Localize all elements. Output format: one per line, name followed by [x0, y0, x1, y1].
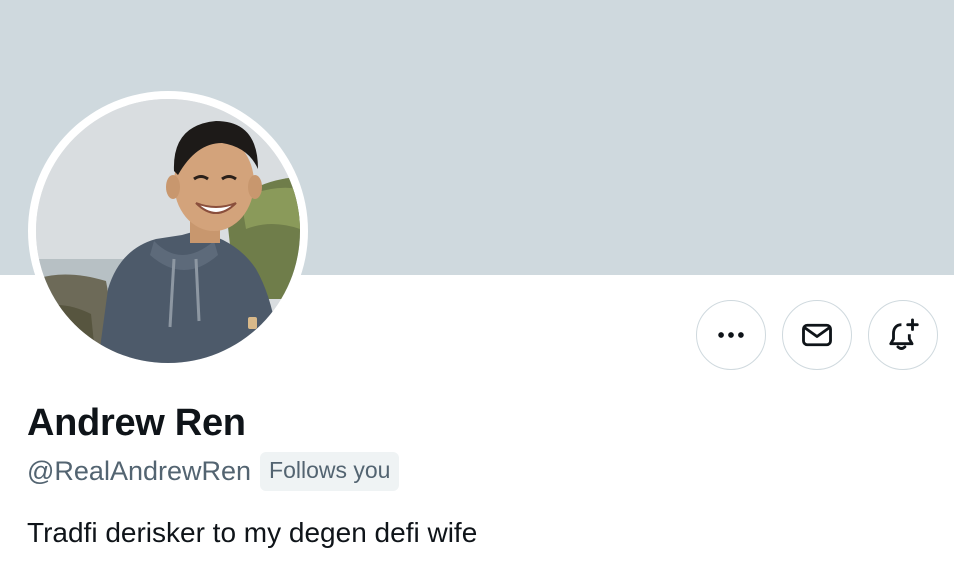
- profile-page: Andrew Ren @RealAndrewRen Follows you Tr…: [0, 0, 954, 572]
- profile-bio: Tradfi derisker to my degen defi wife: [27, 517, 478, 548]
- user-handle: @RealAndrewRen: [27, 456, 252, 486]
- notifications-button[interactable]: [868, 300, 938, 370]
- avatar[interactable]: [36, 99, 300, 363]
- envelope-icon: [802, 323, 832, 347]
- avatar-photo: [36, 99, 300, 363]
- display-name: Andrew Ren: [27, 402, 246, 444]
- message-button[interactable]: [782, 300, 852, 370]
- ellipsis-icon: [718, 332, 744, 338]
- bell-plus-icon: [889, 318, 919, 350]
- more-options-button[interactable]: [696, 300, 766, 370]
- follows-you-badge: Follows you: [260, 452, 400, 491]
- profile-actions: [696, 300, 938, 370]
- handle-row: @RealAndrewRen Follows you: [27, 452, 400, 491]
